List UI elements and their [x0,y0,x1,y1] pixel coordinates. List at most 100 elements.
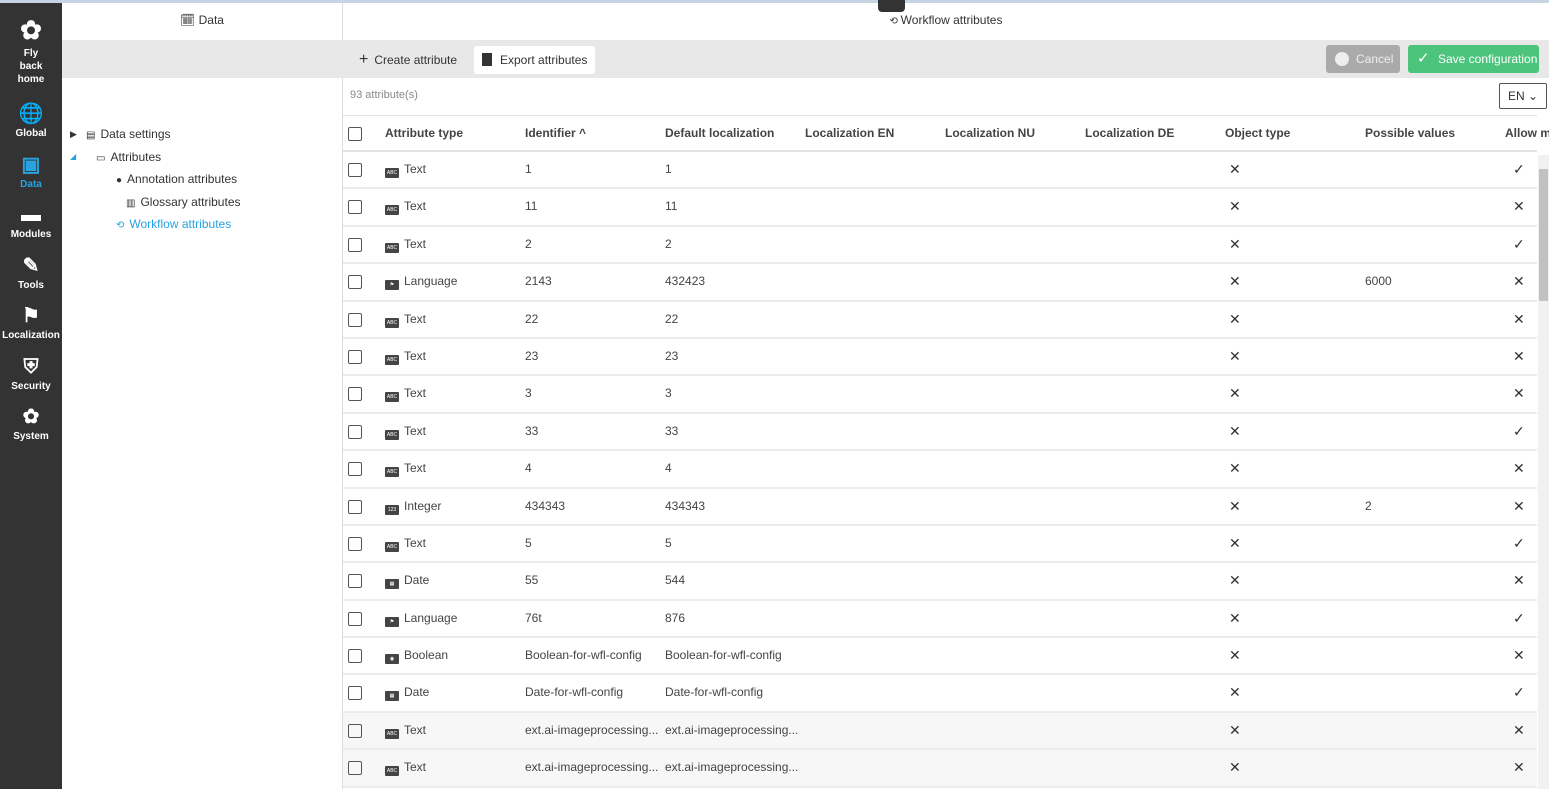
identifier-cell: 76t [525,610,542,625]
object-type-x-icon: ✕ [1229,721,1241,738]
table-row[interactable]: ABC Text ext.ai-imageprocessing... ext.ai… [343,712,1537,751]
allow-multiple-icon: ✕ [1513,647,1525,664]
cancel-button[interactable]: Cancel [1326,45,1400,73]
allow-multiple-icon: ✕ [1513,460,1525,477]
nav-item-label: Tools [18,279,44,291]
object-type-x-icon: ✕ [1229,385,1241,402]
type-text-icon: ABC [385,242,399,253]
default-localization-cell: 23 [665,348,679,363]
table-row[interactable]: ABC Text 33 33 ✕ ✓ [343,414,1537,452]
table-row[interactable]: ABC Text 1 1 ✕ ✓ [343,152,1537,190]
column-header[interactable]: Identifier ^ [525,116,586,151]
collapse-arrow-icon[interactable]: ◢ [70,152,76,161]
language-select[interactable]: EN ⌄ [1499,83,1547,109]
table-row[interactable]: ▦ Date 55 544 ✕ ✕ [343,563,1537,601]
table-row[interactable]: ⚑ Language 2143 432423 ✕ 6000 ✕ [343,264,1537,302]
row-checkbox[interactable] [348,387,362,402]
default-localization-cell: Date-for-wfl-config [665,685,764,700]
table-row[interactable]: ABC Text 2 2 ✕ ✓ [343,227,1537,265]
row-checkbox[interactable] [348,686,362,701]
row-checkbox[interactable] [348,163,362,177]
row-checkbox[interactable] [348,611,362,626]
default-localization-cell: 544 [665,573,686,588]
row-checkbox[interactable] [348,649,362,664]
table-row[interactable]: ◉ Boolean Boolean-for-wfl-config Boolean-… [343,638,1537,676]
row-checkbox[interactable] [348,237,362,252]
expand-arrow-icon[interactable]: ▶ [70,129,77,140]
tree-item-data-settings[interactable]: ▤ Data settings [86,125,171,143]
type-boolean-icon: ◉ [385,654,399,665]
column-header[interactable]: Localization NU [945,116,1035,151]
tree-item-attributes[interactable]: ▭ Attributes [96,148,161,166]
nav-item-data[interactable]: ▣ Data [0,154,62,191]
row-checkbox[interactable] [348,200,362,215]
allow-multiple-icon: ✓ [1513,161,1525,177]
tree-item-glossary-attributes[interactable]: ▥ Glossary attributes [126,193,241,211]
row-checkbox[interactable] [348,761,362,776]
row-checkbox[interactable] [348,275,362,290]
export-attributes-button[interactable]: Export attributes [474,46,596,74]
row-checkbox[interactable] [348,424,362,439]
nav-item-tools[interactable]: ✎ Tools [0,255,62,292]
tree-item-annotation-attributes[interactable]: ● Annotation attributes [116,170,237,188]
identifier-cell: 4 [525,461,532,476]
left-toolbar [62,40,343,78]
default-localization-cell: 33 [665,423,679,438]
workflow-icon: ⟲ [889,16,901,27]
column-header[interactable]: Possible values [1365,116,1455,151]
type-language-icon: ⚑ [385,616,399,627]
nav-item-security[interactable]: ⛨ Security [0,356,62,393]
table-row[interactable]: ⚑ Language 76t 876 ✕ ✓ [343,601,1537,639]
select-all-checkbox[interactable] [348,127,362,141]
table-row[interactable]: 123 Integer 434343 434343 ✕ 2 ✕ [343,489,1537,526]
default-localization-cell: 1 [665,162,672,176]
save-configuration-button[interactable]: ✓ Save configuration [1408,45,1539,73]
table-row[interactable]: ABC Text 11 11 ✕ ✕ [343,189,1537,227]
nav-item-localization[interactable]: ⚑ Localization [0,305,62,342]
nav-item-global[interactable]: 🌐 Global [0,103,62,140]
pin-icon: ● [116,175,123,186]
row-checkbox[interactable] [348,536,362,551]
nav-home[interactable]: ✿ Fly back home [0,15,62,86]
type-integer-icon: 123 [385,504,399,515]
object-type-x-icon: ✕ [1229,310,1241,327]
type-text-icon: ABC [385,392,399,403]
table-row[interactable]: ABC Text ext.ai-imageprocessing... ext.ai… [343,750,1537,788]
scrollbar-thumb[interactable] [1539,169,1548,301]
identifier-cell: 33 [525,423,539,438]
table-row[interactable]: ABC Text 22 22 ✕ ✕ [343,302,1537,339]
attribute-type-cell: ▦ Date [385,675,429,710]
row-checkbox[interactable] [348,723,362,738]
row-checkbox[interactable] [348,349,362,364]
column-header[interactable]: Localization EN [805,116,894,151]
table-row[interactable]: ABC Text 23 23 ✕ ✕ [343,339,1537,377]
row-checkbox[interactable] [348,574,362,589]
type-text-icon: ABC [385,766,399,777]
table-row[interactable]: ABC Text 3 3 ✕ ✕ [343,376,1537,414]
object-type-x-icon: ✕ [1229,609,1241,626]
allow-multiple-icon: ✓ [1513,534,1525,551]
create-attribute-button[interactable]: + Create attribute [351,46,465,74]
attribute-type-cell: ABC Text [385,386,427,403]
allow-multiple-icon: ✓ [1513,609,1525,626]
column-header[interactable]: Default localization [665,116,774,151]
column-header[interactable]: Attribute type [385,116,463,151]
nav-item-modules[interactable]: ▬ Modules [0,204,62,241]
table-row[interactable]: ▦ Date Date-for-wfl-config Date-for-wfl-c… [343,675,1537,713]
row-checkbox[interactable] [348,499,362,514]
column-header[interactable]: Object type [1225,116,1290,151]
row-checkbox[interactable] [348,462,362,477]
plus-icon: + [359,51,369,68]
default-localization-cell: 432423 [665,274,706,289]
scrollbar[interactable] [1538,155,1549,789]
attribute-type-cell: ABC Text [385,423,427,440]
row-checkbox[interactable] [348,312,362,327]
table-row[interactable]: ABC Text 5 5 ✕ ✓ [343,526,1537,564]
identifier-cell: 2 [525,236,532,251]
nav-item-system[interactable]: ✿ System [0,406,62,443]
column-header[interactable]: Localization DE [1085,116,1174,151]
tree-item-workflow-attributes[interactable]: ⟲ Workflow attributes [116,215,231,233]
identifier-cell: ext.ai-imageprocessing... [525,722,659,737]
column-header[interactable]: Allow m [1505,116,1549,151]
table-row[interactable]: ABC Text 4 4 ✕ ✕ [343,451,1537,489]
